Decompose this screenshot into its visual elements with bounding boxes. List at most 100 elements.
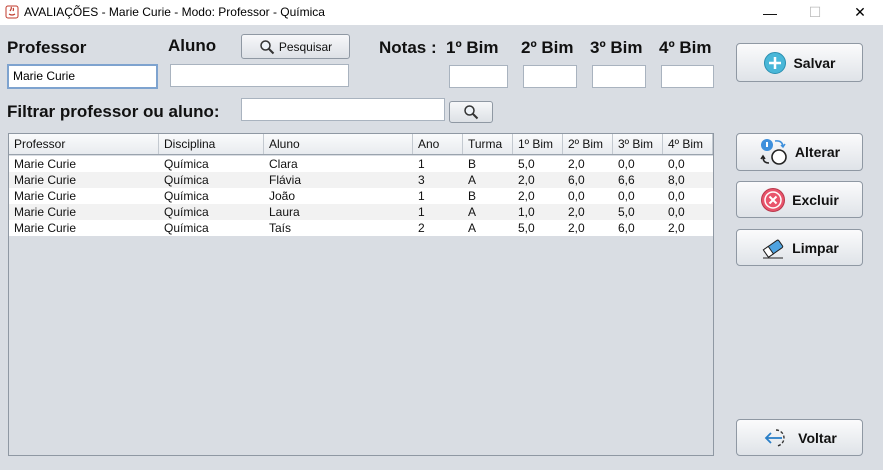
table-cell-professor: Marie Curie — [14, 157, 77, 171]
table-cell-bim4: 8,0 — [668, 173, 685, 187]
table-cell-ano: 3 — [418, 173, 425, 187]
table-cell-bim4: 0,0 — [668, 189, 685, 203]
notas-label: Notas : — [379, 38, 437, 57]
table-cell-professor: Marie Curie — [14, 221, 77, 235]
table-cell-bim3: 0,0 — [618, 157, 635, 171]
table-cell-bim2: 2,0 — [568, 205, 585, 219]
table-cell-ano: 1 — [418, 189, 425, 203]
column-header-professor[interactable]: Professor — [9, 134, 159, 154]
table-row[interactable]: Marie Curie Química Taís 2 A 5,0 2,0 6,0 2,0 — [9, 220, 713, 236]
salvar-label: Salvar — [793, 54, 836, 71]
table-cell-aluno: João — [269, 189, 296, 203]
pesquisar-label: Pesquisar — [278, 39, 333, 54]
bim4-field[interactable] — [661, 65, 714, 88]
excluir-button[interactable]: Excluir — [736, 181, 863, 218]
table-row[interactable]: Marie Curie Química Flávia 3 A 2,0 6,0 6,6 8,0 — [9, 172, 713, 188]
alterar-label: Alterar — [794, 144, 841, 160]
table-cell-disciplina: Química — [164, 173, 209, 187]
swap-icon — [760, 139, 787, 165]
aluno-field[interactable] — [170, 64, 349, 87]
table-cell-bim4: 2,0 — [668, 221, 685, 235]
table-cell-bim3: 5,0 — [618, 205, 635, 219]
column-header-disciplina[interactable]: Disciplina — [159, 134, 264, 154]
limpar-button[interactable]: Limpar — [736, 229, 863, 266]
x-circle-icon — [761, 187, 786, 212]
table-cell-bim1: 2,0 — [518, 173, 535, 187]
table-cell-disciplina: Química — [164, 221, 209, 235]
bim4-label: 4º Bim — [659, 38, 712, 57]
table-cell-aluno: Laura — [269, 205, 300, 219]
table-cell-turma: A — [468, 205, 477, 219]
table-cell-bim1: 2,0 — [518, 189, 535, 203]
column-header-bim1[interactable]: 1º Bim — [513, 134, 563, 154]
bim3-label: 3º Bim — [590, 38, 643, 57]
pesquisar-button[interactable]: Pesquisar — [241, 34, 350, 59]
aluno-label: Aluno — [168, 36, 217, 55]
window-title: AVALIAÇÕES - Marie Curie - Modo: Profess… — [24, 5, 325, 19]
bim1-label: 1º Bim — [446, 38, 499, 57]
filter-label: Filtrar professor ou aluno: — [7, 102, 220, 121]
table-cell-turma: A — [468, 221, 477, 235]
table-cell-turma: B — [468, 157, 477, 171]
column-header-bim3[interactable]: 3º Bim — [613, 134, 663, 154]
table-cell-disciplina: Química — [164, 157, 209, 171]
professor-field[interactable]: Marie Curie — [7, 64, 158, 89]
table-cell-bim3: 6,0 — [618, 221, 635, 235]
filter-search-button[interactable] — [449, 101, 493, 123]
professor-label: Professor — [7, 38, 87, 57]
column-header-bim4[interactable]: 4º Bim — [663, 134, 713, 154]
column-header-bim2[interactable]: 2º Bim — [563, 134, 613, 154]
column-header-turma[interactable]: Turma — [463, 134, 513, 154]
eraser-icon — [762, 239, 784, 258]
table-cell-aluno: Clara — [269, 157, 298, 171]
plus-circle-icon — [764, 51, 787, 74]
column-header-ano[interactable]: Ano — [413, 134, 463, 154]
table-cell-bim2: 2,0 — [568, 221, 585, 235]
search-icon — [464, 105, 479, 120]
salvar-button[interactable]: Salvar — [736, 43, 863, 82]
table-cell-bim2: 2,0 — [568, 157, 585, 171]
table-cell-bim3: 0,0 — [618, 189, 635, 203]
table-cell-bim3: 6,6 — [618, 173, 635, 187]
table-cell-bim4: 0,0 — [668, 157, 685, 171]
voltar-button[interactable]: Voltar — [736, 419, 863, 456]
table-cell-ano: 1 — [418, 205, 425, 219]
maximize-button[interactable]: ☐ — [792, 0, 838, 25]
table-row[interactable]: Marie Curie Química Clara 1 B 5,0 2,0 0,0 0,0 — [9, 156, 713, 172]
table-cell-professor: Marie Curie — [14, 205, 77, 219]
table-header: Professor Disciplina Aluno Ano Turma 1º Bim 2º… — [9, 134, 713, 155]
table-cell-disciplina: Química — [164, 205, 209, 219]
table-cell-ano: 1 — [418, 157, 425, 171]
back-arrow-icon — [764, 428, 785, 447]
table-cell-turma: A — [468, 173, 477, 187]
column-header-aluno[interactable]: Aluno — [264, 134, 413, 154]
bim1-field[interactable] — [449, 65, 508, 88]
table-cell-aluno: Taís — [269, 221, 292, 235]
filter-input[interactable] — [241, 98, 445, 121]
table-cell-bim1: 5,0 — [518, 157, 535, 171]
table-cell-bim4: 0,0 — [668, 205, 685, 219]
search-icon — [260, 39, 275, 54]
table-cell-aluno: Flávia — [269, 173, 302, 187]
excluir-label: Excluir — [792, 191, 839, 208]
bim2-label: 2º Bim — [521, 38, 574, 57]
alterar-button[interactable]: Alterar — [736, 133, 863, 171]
table-row[interactable]: Marie Curie Química João 1 B 2,0 0,0 0,0 0,0 — [9, 188, 713, 204]
table-cell-bim1: 5,0 — [518, 221, 535, 235]
minimize-button[interactable]: — — [747, 0, 793, 25]
limpar-label: Limpar — [792, 239, 839, 256]
avaliacoes-table[interactable]: Professor Disciplina Aluno Ano Turma 1º Bim 2º… — [8, 133, 714, 456]
table-cell-turma: B — [468, 189, 477, 203]
voltar-label: Voltar — [798, 429, 837, 446]
bim2-field[interactable] — [523, 65, 577, 88]
table-row[interactable]: Marie Curie Química Laura 1 A 1,0 2,0 5,0 0,0 — [9, 204, 713, 220]
table-cell-professor: Marie Curie — [14, 189, 77, 203]
bim3-field[interactable] — [592, 65, 646, 88]
close-button[interactable]: ✕ — [837, 0, 883, 25]
table-cell-bim1: 1,0 — [518, 205, 535, 219]
table-cell-bim2: 6,0 — [568, 173, 585, 187]
table-cell-professor: Marie Curie — [14, 173, 77, 187]
table-cell-bim2: 0,0 — [568, 189, 585, 203]
table-cell-disciplina: Química — [164, 189, 209, 203]
java-icon — [5, 5, 19, 19]
